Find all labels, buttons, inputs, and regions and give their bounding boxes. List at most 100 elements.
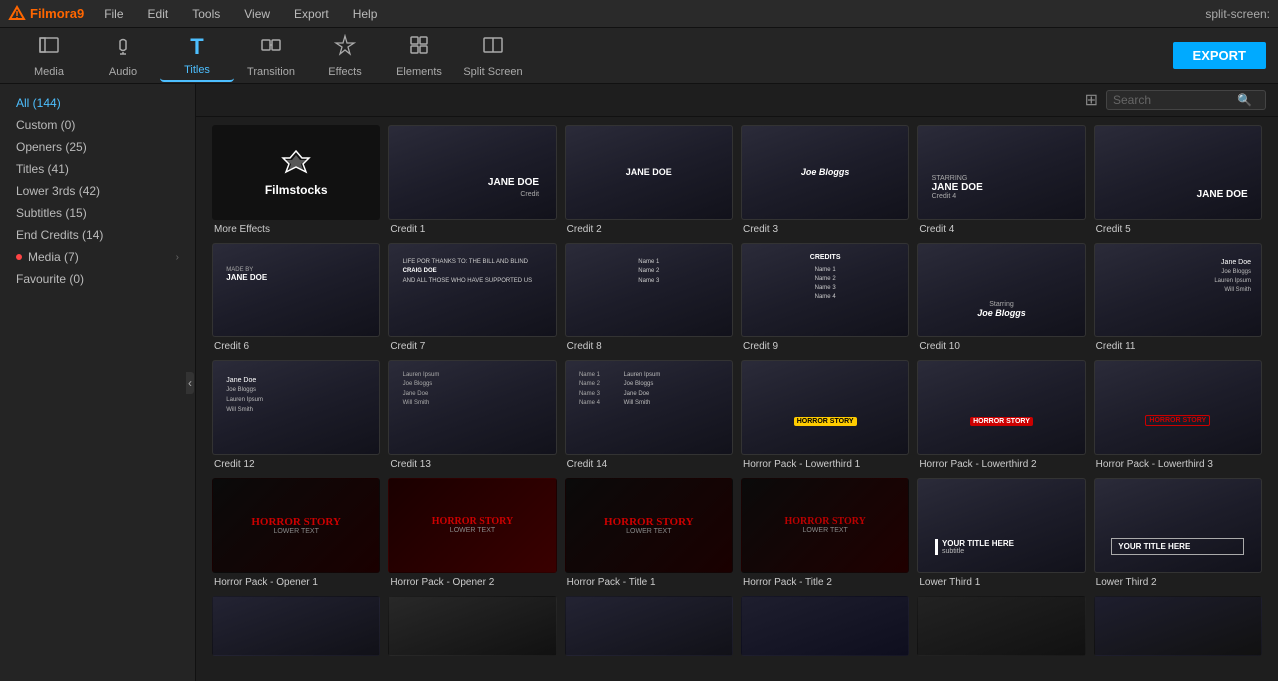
horror-badge-yellow: HORROR STORY [794,417,857,426]
list-item[interactable] [917,596,1085,660]
credit-4-label: Credit 4 [917,224,1085,235]
thumb-extra-3 [565,596,733,656]
list-item[interactable]: HORROR STORY LOWER TEXT Horror Pack - Op… [388,478,556,588]
thumb-credit-13: Lauren Ipsum Joe Bloggs Jane Doe Will Sm… [388,360,556,455]
search-input[interactable] [1113,93,1233,107]
list-item[interactable] [388,596,556,660]
list-item[interactable]: Name 1 Name 2 Name 3 Credit 8 [565,243,733,353]
list-item[interactable]: Name 1Lauren Ipsum Name 2Joe Bloggs Name… [565,360,733,470]
export-button[interactable]: EXPORT [1173,42,1266,69]
credit-3-label: Credit 3 [741,224,909,235]
toolbar-effects[interactable]: Effects [308,30,382,82]
grid-view-icon[interactable]: ⊞ [1085,90,1098,110]
list-item[interactable]: MADE BY JANE DOE Credit 6 [212,243,380,353]
thumb-credit-10: Starring Joe Bloggs [917,243,1085,338]
sidebar-item-lower3rds[interactable]: Lower 3rds (42) [0,180,195,202]
credit-8-label: Credit 8 [565,341,733,352]
more-effects-label: More Effects [212,224,380,235]
thumb-extra-5 [917,596,1085,656]
toolbar-audio[interactable]: Audio [86,30,160,82]
toolbar-splitscreen-label: Split Screen [463,66,522,78]
sidebar-favourite-label: Favourite (0) [16,272,84,286]
search-bar: ⊞ 🔍 [196,84,1278,117]
list-item[interactable] [212,596,380,660]
lower-third-1-bar: YOUR TITLE HERE subtitle [935,539,1068,555]
list-item[interactable]: YOUR TITLE HERE subtitle Lower Third 1 [917,478,1085,588]
thumb-credit-14: Name 1Lauren Ipsum Name 2Joe Bloggs Name… [565,360,733,455]
audio-icon [112,34,134,62]
list-item[interactable]: HORROR STORY LOWER TEXT Horror Pack - Op… [212,478,380,588]
menu-file[interactable]: File [100,5,127,23]
credit-1-label: Credit 1 [388,224,556,235]
toolbar-elements-label: Elements [396,66,442,78]
media-dot [16,254,22,260]
horror-opener-1-label: Horror Pack - Opener 1 [212,577,380,588]
search-icon[interactable]: 🔍 [1237,93,1252,107]
list-item[interactable]: HORROR STORY LOWER TEXT Horror Pack - Ti… [565,478,733,588]
toolbar-media[interactable]: Media [12,30,86,82]
menu-help[interactable]: Help [349,5,382,23]
menu-edit[interactable]: Edit [144,5,173,23]
horror-badge-outline: HORROR STORY [1145,415,1210,426]
sidebar-item-custom[interactable]: Custom (0) [0,114,195,136]
sidebar-item-favourite[interactable]: Favourite (0) [0,268,195,290]
list-item[interactable]: HORROR STORY Horror Pack - Lowerthird 1 [741,360,909,470]
sidebar-item-media[interactable]: Media (7) › [0,246,195,268]
sidebar-item-titles[interactable]: Titles (41) [0,158,195,180]
toolbar-transition[interactable]: Transition [234,30,308,82]
list-item[interactable] [1094,596,1262,660]
list-item[interactable]: HORROR STORY Horror Pack - Lowerthird 3 [1094,360,1262,470]
thumbnail-grid: Filmstocks More Effects JANE DOE Credit [212,125,1262,660]
sidebar-item-all[interactable]: All (144) [0,92,195,114]
splitscreen-icon [482,34,504,62]
thumb-extra-2 [388,596,556,656]
sidebar-collapse-button[interactable]: ‹ [186,372,194,394]
sidebar-item-openers[interactable]: Openers (25) [0,136,195,158]
list-item[interactable] [565,596,733,660]
thumb-horror-lower-1: HORROR STORY [741,360,909,455]
list-item[interactable]: CREDITS Name 1 Name 2 Name 3 Name 4 Cred… [741,243,909,353]
toolbar-media-label: Media [34,66,64,78]
sidebar-item-endcredits[interactable]: End Credits (14) [0,224,195,246]
list-item[interactable]: Jane Doe Joe Bloggs Lauren Ipsum Will Sm… [212,360,380,470]
toolbar-elements[interactable]: Elements [382,30,456,82]
list-item[interactable]: HORROR STORY Horror Pack - Lowerthird 2 [917,360,1085,470]
sidebar-item-subtitles[interactable]: Subtitles (15) [0,202,195,224]
list-item[interactable]: Jane Doe Joe Bloggs Lauren Ipsum Will Sm… [1094,243,1262,353]
thumb-credit-12: Jane Doe Joe Bloggs Lauren Ipsum Will Sm… [212,360,380,455]
credit-14-label: Credit 14 [565,459,733,470]
list-item[interactable]: LIFE POR THANKS TO: THE BILL AND BLIND C… [388,243,556,353]
list-item[interactable]: Lauren Ipsum Joe Bloggs Jane Doe Will Sm… [388,360,556,470]
list-item[interactable]: JANE DOE Credit Credit 1 [388,125,556,235]
menu-tools[interactable]: Tools [188,5,224,23]
horror-opener-1-title: HORROR STORY [251,516,341,528]
thumb-lower-third-2: YOUR TITLE HERE [1094,478,1262,573]
app-name-label: Filmora9 [30,6,84,21]
list-item[interactable]: HORROR STORY LOWER TEXT Horror Pack - Ti… [741,478,909,588]
list-item[interactable] [741,596,909,660]
toolbar-titles[interactable]: T Titles [160,30,234,82]
toolbar-transition-label: Transition [247,66,295,78]
sidebar-custom-label: Custom (0) [16,118,75,132]
thumb-more-effects: Filmstocks [212,125,380,220]
list-item[interactable]: STARRING JANE DOE Credit 4 Credit 4 [917,125,1085,235]
thumb-credit-11: Jane Doe Joe Bloggs Lauren Ipsum Will Sm… [1094,243,1262,338]
list-item[interactable]: Joe Bloggs Credit 3 [741,125,909,235]
horror-badge-red: HORROR STORY [970,417,1033,426]
list-item[interactable]: JANE DOE Credit 5 [1094,125,1262,235]
menu-export[interactable]: Export [290,5,333,23]
list-item[interactable]: Starring Joe Bloggs Credit 10 [917,243,1085,353]
credit-12-label: Credit 12 [212,459,380,470]
credit-2-label: Credit 2 [565,224,733,235]
thumb-credit-2: JANE DOE [565,125,733,220]
list-item[interactable]: YOUR TITLE HERE Lower Third 2 [1094,478,1262,588]
horror-title-1-text: HORROR STORY [604,516,694,528]
list-item[interactable]: JANE DOE Credit 2 [565,125,733,235]
thumb-extra-6 [1094,596,1262,656]
credit-7-label: Credit 7 [388,341,556,352]
toolbar-splitscreen[interactable]: Split Screen [456,30,530,82]
menu-view[interactable]: View [240,5,274,23]
list-item[interactable]: Filmstocks More Effects [212,125,380,235]
grid-scroll[interactable]: Filmstocks More Effects JANE DOE Credit [196,117,1278,681]
toolbar-effects-label: Effects [328,66,361,78]
